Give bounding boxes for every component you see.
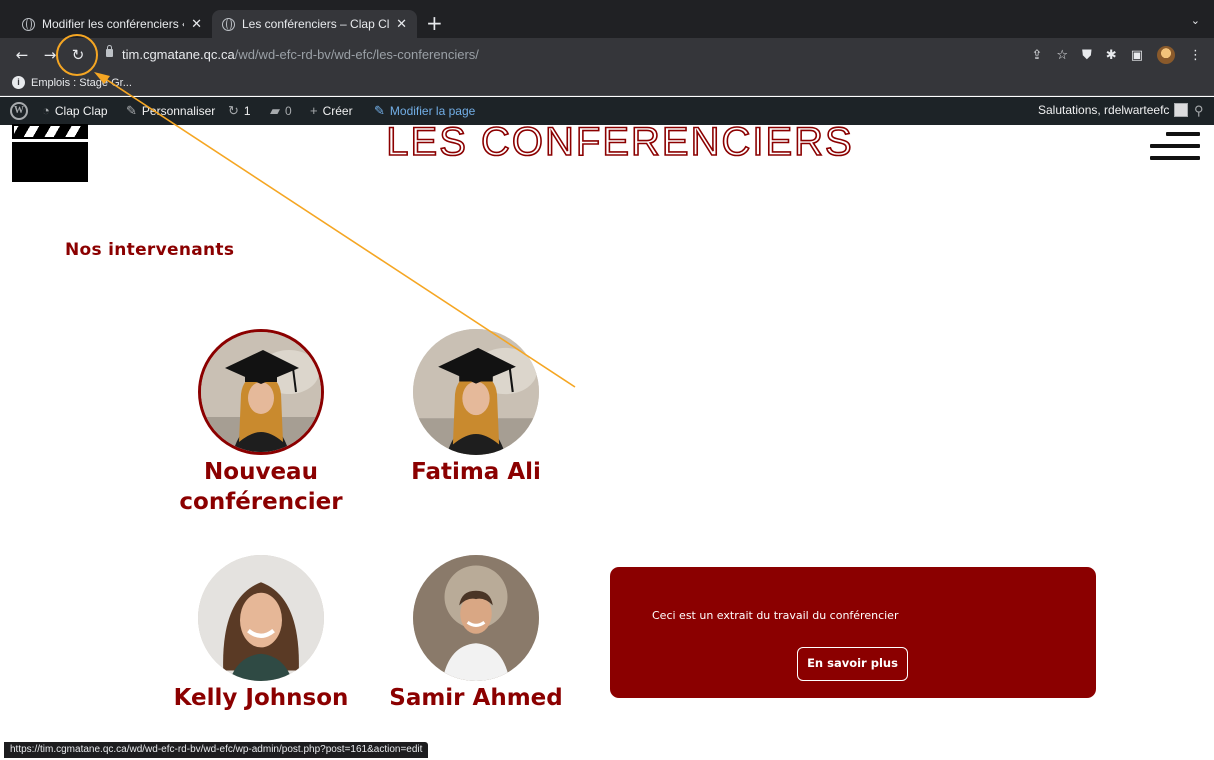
- bookmarks-bar: i Emplois : Stage Gr...: [0, 72, 1214, 96]
- wp-site-name[interactable]: ◔ Clap Clap: [42, 103, 108, 118]
- shield-icon[interactable]: ⛊: [1082, 48, 1092, 63]
- wp-new-content[interactable]: + Créer: [310, 103, 353, 118]
- extensions-puzzle-icon[interactable]: ✱: [1106, 48, 1117, 63]
- wordpress-logo-icon[interactable]: W: [10, 102, 28, 120]
- speaker-card[interactable]: Fatima Ali: [376, 329, 576, 487]
- avatar: [1174, 103, 1189, 117]
- tab-title: Les conférenciers – Clap Clap: [242, 17, 390, 31]
- clapperboard-logo-icon[interactable]: [12, 120, 88, 182]
- speaker-photo-smiling-woman[interactable]: [198, 555, 324, 681]
- browser-tab-speakers[interactable]: Les conférenciers – Clap Clap ✕: [212, 10, 417, 38]
- update-icon: ↻: [228, 103, 239, 118]
- speaker-name[interactable]: Nouveau conférencier: [161, 457, 361, 517]
- url-text: tim.cgmatane.qc.ca/wd/wd-efc-rd-bv/wd-ef…: [122, 47, 479, 62]
- wp-updates[interactable]: ↻ 1: [228, 103, 251, 119]
- status-url-tooltip: https://tim.cgmatane.qc.ca/wd/wd-efc-rd-…: [4, 742, 429, 758]
- reload-icon[interactable]: ↻: [68, 45, 88, 65]
- browser-tab-edit-speakers[interactable]: Modifier les conférenciers « N ✕: [12, 10, 212, 38]
- page-title: LES CONFERENCIERS: [385, 119, 854, 165]
- speaker-photo-graduate-woman[interactable]: [198, 329, 324, 455]
- profile-avatar-icon[interactable]: [1157, 46, 1175, 64]
- speaker-name[interactable]: Samir Ahmed: [376, 683, 576, 713]
- globe-icon: [22, 17, 35, 31]
- speaker-excerpt-card: Ceci est un extrait du travail du confér…: [610, 567, 1096, 698]
- bookmark-star-icon[interactable]: ☆: [1056, 48, 1068, 63]
- new-tab-button[interactable]: +: [426, 12, 443, 34]
- speaker-photo-smiling-man[interactable]: [413, 555, 539, 681]
- speaker-name[interactable]: Kelly Johnson: [161, 683, 361, 713]
- speaker-excerpt: Ceci est un extrait du travail du confér…: [652, 609, 899, 622]
- close-icon[interactable]: ✕: [396, 16, 407, 32]
- brush-icon: ✎: [126, 103, 137, 118]
- toolbar-actions: ⇪ ☆ ⛊ ✱ ▣ ⋮: [1031, 46, 1202, 64]
- wp-search[interactable]: ⚲: [1194, 103, 1204, 119]
- side-panel-icon[interactable]: ▣: [1131, 48, 1143, 63]
- wp-comments[interactable]: ▰ 0: [270, 103, 292, 119]
- speaker-photo-graduate-woman[interactable]: [413, 329, 539, 455]
- speaker-card[interactable]: Kelly Johnson: [161, 555, 361, 713]
- speaker-card[interactable]: Nouveau conférencier: [161, 329, 361, 517]
- speaker-card[interactable]: Samir Ahmed: [376, 555, 576, 713]
- search-icon: ⚲: [1194, 103, 1204, 118]
- more-menu-icon[interactable]: ⋮: [1189, 48, 1202, 63]
- pencil-icon: ✎: [374, 103, 385, 118]
- back-arrow-icon[interactable]: ←: [12, 45, 32, 65]
- browser-tab-strip: Modifier les conférenciers « N ✕ Les con…: [0, 0, 1214, 38]
- browser-toolbar: ← → ↻ tim.cgmatane.qc.ca/wd/wd-efc-rd-bv…: [0, 38, 1214, 72]
- section-heading: Nos intervenants: [65, 240, 235, 260]
- lock-icon: [106, 45, 113, 57]
- tab-search-chevron-icon[interactable]: ⌄: [1191, 14, 1200, 27]
- wp-customize[interactable]: ✎ Personnaliser: [126, 103, 215, 119]
- close-icon[interactable]: ✕: [191, 16, 202, 32]
- bookmark-label: Emplois : Stage Gr...: [31, 76, 132, 89]
- hamburger-menu-icon[interactable]: [1150, 128, 1200, 164]
- dashboard-icon: ◔: [42, 103, 50, 118]
- wp-edit-page[interactable]: ✎ Modifier la page: [374, 103, 475, 119]
- speaker-name[interactable]: Fatima Ali: [376, 457, 576, 487]
- plus-icon: +: [310, 103, 318, 118]
- share-icon[interactable]: ⇪: [1031, 48, 1042, 63]
- tab-title: Modifier les conférenciers « N: [42, 17, 184, 31]
- comment-icon: ▰: [270, 103, 280, 118]
- forward-arrow-icon[interactable]: →: [40, 45, 60, 65]
- info-icon: i: [12, 76, 25, 89]
- address-bar[interactable]: tim.cgmatane.qc.ca/wd/wd-efc-rd-bv/wd-ef…: [100, 43, 1020, 67]
- globe-icon: [222, 17, 235, 31]
- bookmark-item[interactable]: i Emplois : Stage Gr...: [12, 76, 132, 89]
- wp-account-menu[interactable]: Salutations, rdelwarteefc: [1038, 103, 1189, 117]
- learn-more-button[interactable]: En savoir plus: [797, 647, 908, 681]
